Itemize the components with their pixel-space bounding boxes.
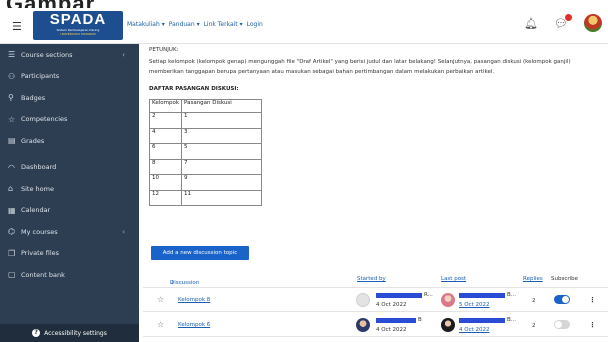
sidebar-item-site-home[interactable]: ⌂ Site home xyxy=(0,178,139,200)
last-author-name-fragment: B... xyxy=(507,292,517,298)
last-author-name-fragment: B... xyxy=(507,317,517,323)
table-row: 43 xyxy=(148,127,263,144)
spada-logo[interactable]: SPADA Sistem Pembelajaran Daring UNIVERS… xyxy=(33,11,123,40)
navbar-icons: 🔔︎ 💬︎ xyxy=(524,13,602,32)
redacted-name-bar[interactable] xyxy=(459,318,505,323)
started-date: 4 Oct 2022 xyxy=(376,327,407,333)
chevron-left-icon: ‹ xyxy=(122,50,125,59)
author-name-fragment: B xyxy=(418,317,422,323)
table-row: 12 11 xyxy=(148,189,263,206)
notification-badge xyxy=(565,13,572,21)
star-icon[interactable]: ☆ xyxy=(157,320,164,329)
star-icon: ☆ xyxy=(8,114,16,124)
replies-count: 2 xyxy=(532,298,536,304)
main-content: PETUNJUK: Setiap kelompok (kelompok gena… xyxy=(143,44,608,342)
author-name-fragment: R... xyxy=(424,292,433,298)
logo-university: UNIVERSITAS MATARAM xyxy=(60,32,96,36)
badge-icon: ⚲ xyxy=(8,93,14,103)
sort-last-post-link[interactable]: Last post xyxy=(441,276,466,282)
pairs-header-kelompok: Kelompok xyxy=(148,99,183,113)
star-icon[interactable]: ☆ xyxy=(157,295,164,304)
sort-arrow-icon: ↓ xyxy=(170,280,175,286)
top-menu: Matakuliah ▾ Panduan ▾ Link Terkait ▾ Lo… xyxy=(127,21,263,28)
avatar[interactable] xyxy=(356,318,370,332)
users-icon: ⚇ xyxy=(8,71,16,81)
sidebar-item-grades[interactable]: ▤ Grades xyxy=(0,130,139,152)
redacted-name-bar[interactable] xyxy=(376,293,422,298)
list-icon: ☰ xyxy=(8,50,16,60)
kebab-menu-icon[interactable]: ⋮ xyxy=(589,296,596,304)
accessibility-settings-button[interactable]: ? Accessibility settings xyxy=(0,324,139,342)
pairs-heading: DAFTAR PASANGAN DISKUSI: xyxy=(149,86,239,92)
topic-link[interactable]: Kelompok 8 xyxy=(178,297,210,303)
sort-started-by-link[interactable]: Started by xyxy=(357,276,386,282)
chat-icon[interactable]: 💬︎ xyxy=(554,13,572,30)
avatar[interactable] xyxy=(441,318,455,332)
table-row: 21 xyxy=(148,112,263,129)
avatar[interactable] xyxy=(356,293,370,307)
content-bank-icon: ▢ xyxy=(8,270,16,280)
table-row: 87 xyxy=(148,158,263,175)
pairs-table: Kelompok Pasangan Diskusi 21 43 65 87 10… xyxy=(148,99,263,206)
sort-replies-link[interactable]: Replies xyxy=(523,276,543,282)
avatar[interactable] xyxy=(441,293,455,307)
redacted-name-bar[interactable] xyxy=(459,293,505,298)
menu-login[interactable]: Login xyxy=(247,21,263,28)
menu-matakuliah[interactable]: Matakuliah ▾ xyxy=(127,21,165,28)
topic-link[interactable]: Kelompok 6 xyxy=(178,322,210,328)
hamburger-icon[interactable]: ☰ xyxy=(12,20,22,33)
hint-label: PETUNJUK: xyxy=(149,47,179,53)
sidebar-item-dashboard[interactable]: ◠ Dashboard xyxy=(0,157,139,179)
menu-link-terkait[interactable]: Link Terkait ▾ xyxy=(204,21,243,28)
bell-icon[interactable]: 🔔︎ xyxy=(524,17,538,30)
course-sidebar: ☰ Course sections ‹ ⚇ Participants ⚲ Badges … xyxy=(0,44,139,342)
sidebar-item-competencies[interactable]: ☆ Competencies xyxy=(0,109,139,131)
redacted-name-bar[interactable] xyxy=(376,318,416,323)
graduation-cap-icon: ⌬ xyxy=(8,227,15,237)
chevron-left-icon: ‹ xyxy=(122,227,125,236)
table-row: 65 xyxy=(148,143,263,160)
logo-title: SPADA xyxy=(49,11,107,28)
replies-count: 2 xyxy=(532,323,536,329)
subscribe-header: Subscribe xyxy=(551,276,579,282)
help-icon: ? xyxy=(32,329,41,337)
sidebar-item-badges[interactable]: ⚲ Badges xyxy=(0,87,139,109)
sidebar-item-course-sections[interactable]: ☰ Course sections ‹ xyxy=(0,44,139,66)
table-icon: ▤ xyxy=(8,136,16,146)
calendar-icon: ▦ xyxy=(8,205,16,215)
page: Gambar ☰ SPADA Sistem Pembelajaran Darin… xyxy=(0,0,608,342)
subscribe-toggle[interactable] xyxy=(554,320,570,329)
kebab-menu-icon[interactable]: ⋮ xyxy=(589,321,596,329)
instructions-text: Setiap kelompok (kelompok genap) mengung… xyxy=(149,59,571,75)
started-date: 4 Oct 2022 xyxy=(376,302,407,308)
pairs-header-pasangan: Pasangan Diskusi xyxy=(181,99,263,113)
discussion-table-header: Discussion ↓ Started by Last post Replie… xyxy=(143,272,608,288)
table-row: ☆ Kelompok 8 R... 4 Oct 2022 B... 5 Oct … xyxy=(143,288,608,312)
sidebar-item-calendar[interactable]: ▦ Calendar xyxy=(0,200,139,222)
sidebar-item-participants[interactable]: ⚇ Participants xyxy=(0,66,139,88)
table-row: ☆ Kelompok 6 B 4 Oct 2022 B... 4 Oct 202… xyxy=(143,313,608,337)
table-row: 10 9 xyxy=(148,174,263,191)
files-icon: ❐ xyxy=(8,248,16,258)
gauge-icon: ◠ xyxy=(8,162,15,172)
last-post-date-link[interactable]: 5 Oct 2022 xyxy=(459,302,490,308)
user-avatar[interactable] xyxy=(584,14,602,32)
sidebar-item-private-files[interactable]: ❐ Private files xyxy=(0,243,139,265)
top-navbar: ☰ SPADA Sistem Pembelajaran Daring UNIVE… xyxy=(0,8,608,44)
sidebar-item-my-courses[interactable]: ⌬ My courses ‹ xyxy=(0,221,139,243)
subscribe-toggle[interactable] xyxy=(554,295,570,304)
last-post-date-link[interactable]: 4 Oct 2022 xyxy=(459,327,490,333)
home-icon: ⌂ xyxy=(8,184,14,194)
add-discussion-topic-button[interactable]: Add a new discussion topic xyxy=(151,246,249,260)
menu-panduan[interactable]: Panduan ▾ xyxy=(169,21,200,28)
sidebar-item-content-bank[interactable]: ▢ Content bank xyxy=(0,264,139,286)
